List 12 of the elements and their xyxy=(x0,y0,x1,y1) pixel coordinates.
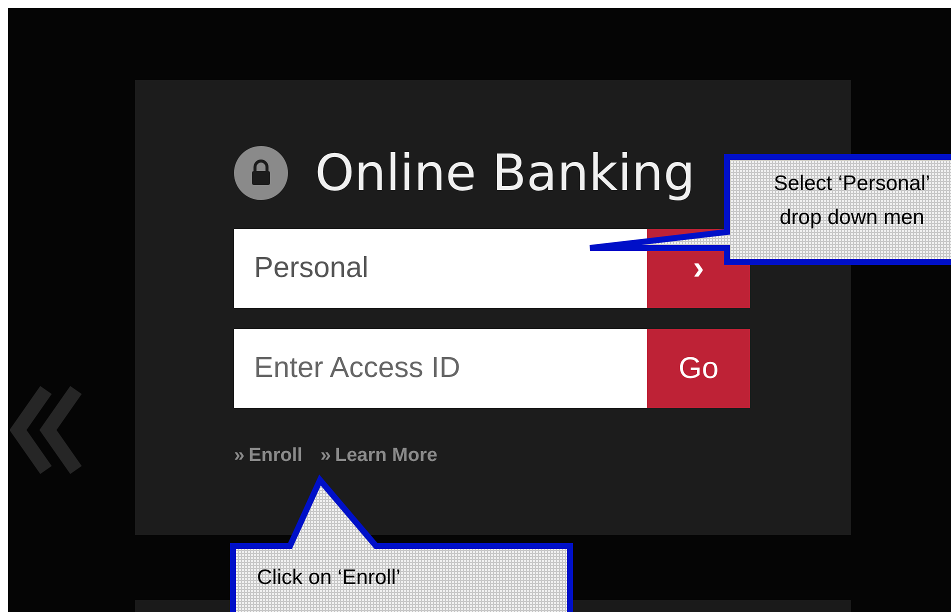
link[interactable]: » Learn More xyxy=(320,445,438,467)
login-title: Online Banking xyxy=(315,144,696,202)
callout-text: Select ‘Personal’ drop down men xyxy=(772,171,932,231)
double-chevron-icon xyxy=(10,385,82,475)
double-arrow-icon: » xyxy=(234,445,245,467)
lock-icon xyxy=(234,146,288,200)
callout-text: Click on ‘Enroll’ xyxy=(257,565,401,591)
go-button[interactable]: Go xyxy=(647,329,750,408)
account-type-dropdown[interactable]: Personal xyxy=(234,229,647,308)
link[interactable]: » Enroll xyxy=(234,445,302,467)
double-arrow-icon: » xyxy=(320,445,331,467)
access-id-field[interactable]: Enter Access ID xyxy=(234,329,647,408)
